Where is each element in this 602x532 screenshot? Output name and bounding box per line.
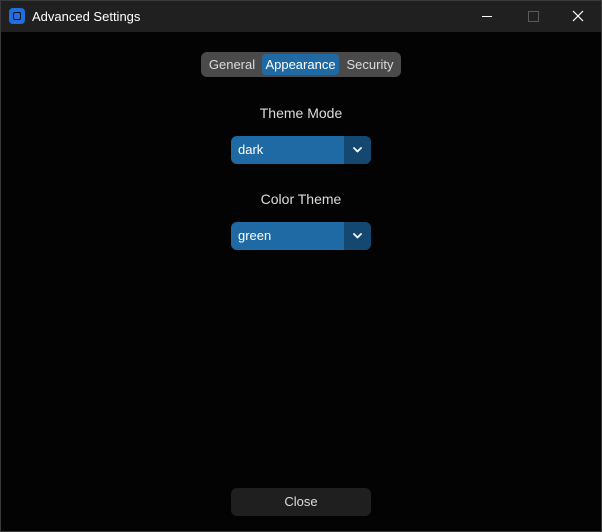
tab-general[interactable]: General [204,54,260,75]
color-theme-dropdown[interactable]: green [231,222,371,250]
title-bar[interactable]: Advanced Settings [1,1,601,32]
color-theme-value: green [238,228,272,243]
theme-mode-dropdown[interactable]: dark [231,136,371,164]
maximize-icon [528,11,539,22]
chevron-down-icon [353,233,362,239]
color-theme-label: Color Theme [260,191,342,207]
maximize-button[interactable] [510,1,556,32]
tab-appearance[interactable]: Appearance [262,54,339,75]
color-theme-dropdown-arrow[interactable] [344,222,371,250]
app-icon-inner [13,12,21,20]
theme-mode-label: Theme Mode [259,105,343,121]
close-icon [572,10,584,22]
settings-window: Advanced Settings General Appearance Sec… [0,0,602,532]
app-icon [9,8,25,24]
theme-mode-dropdown-arrow[interactable] [344,136,371,164]
window-title: Advanced Settings [32,9,141,24]
chevron-down-icon [353,147,362,153]
tab-security[interactable]: Security [341,54,399,75]
minimize-icon [482,16,492,17]
minimize-button[interactable] [464,1,510,32]
close-button[interactable]: Close [231,488,371,516]
segmented-tab-bar: General Appearance Security [201,52,401,77]
theme-mode-value: dark [238,142,264,157]
close-window-button[interactable] [555,1,601,32]
